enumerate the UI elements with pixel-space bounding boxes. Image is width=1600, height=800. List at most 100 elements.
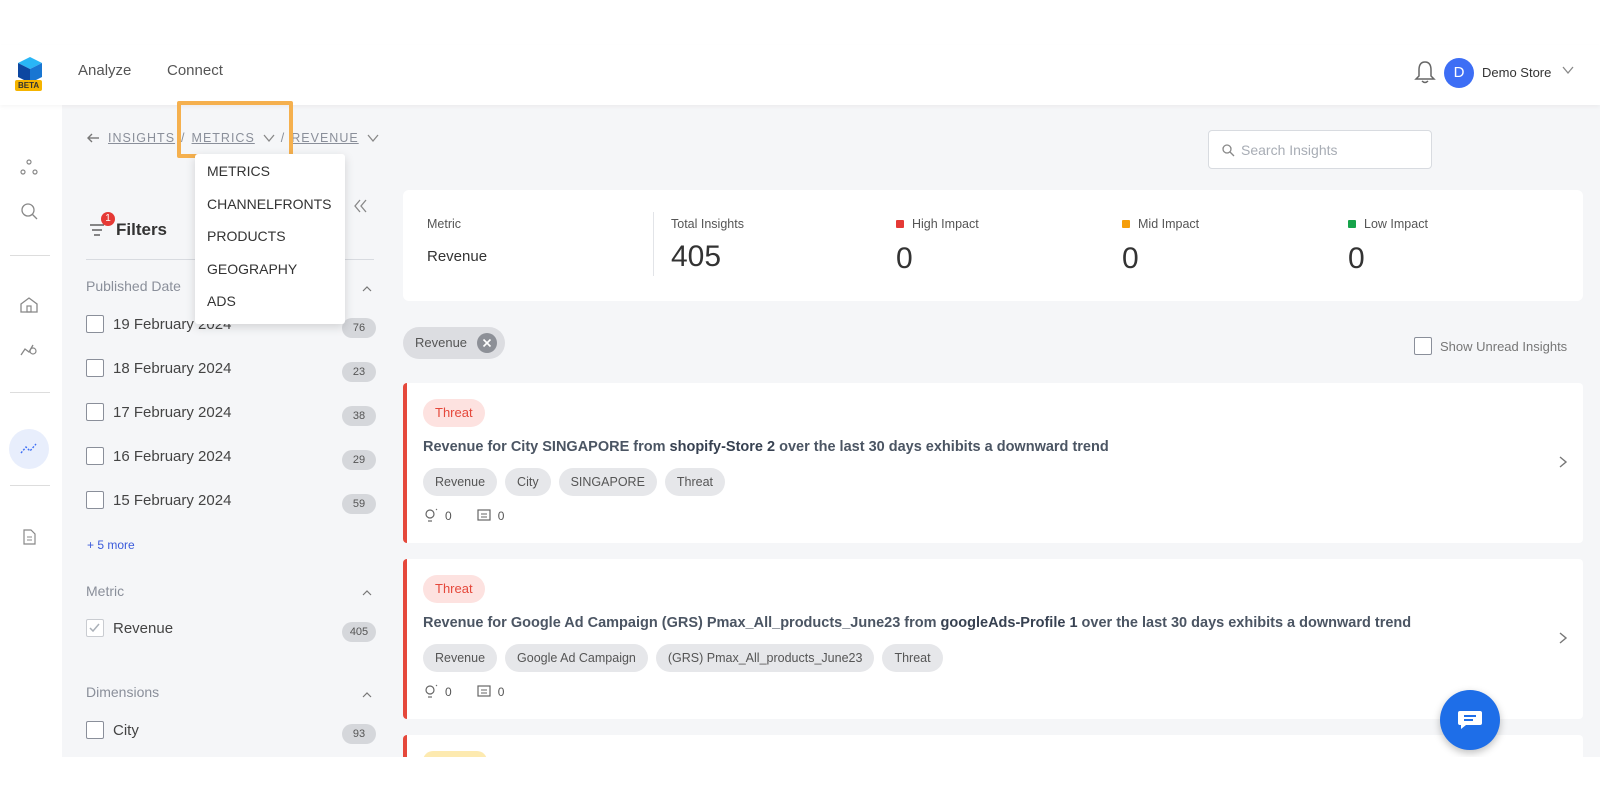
checkbox[interactable]: [86, 403, 104, 421]
tag: (GRS) Pmax_All_products_June23: [655, 644, 875, 672]
total-insights-label: Total Insights: [671, 217, 744, 231]
chevron-up-icon[interactable]: [362, 690, 372, 700]
search-insights-icon[interactable]: [19, 201, 39, 221]
date-label: 16 February 2024: [113, 448, 232, 465]
date-filter-row[interactable]: 15 February 2024 59: [86, 491, 376, 514]
checkbox-checked[interactable]: [86, 619, 104, 637]
search-placeholder: Search Insights: [1241, 142, 1338, 158]
chevron-up-icon[interactable]: [362, 284, 372, 294]
search-input[interactable]: Search Insights: [1208, 130, 1432, 169]
show-more-link[interactable]: + 5 more: [87, 538, 135, 552]
chevron-right-icon[interactable]: [1557, 631, 1569, 645]
tag-list: Revenue City SINGAPORE Threat: [423, 468, 726, 496]
insight-card[interactable]: Threat Revenue for Google Ad Campaign (G…: [403, 559, 1583, 719]
comments-count: 0: [497, 509, 505, 523]
lightbulb-icon[interactable]: [423, 508, 439, 524]
section-metric[interactable]: Metric: [86, 583, 124, 599]
tag: Revenue: [423, 468, 498, 496]
date-filter-row[interactable]: 16 February 2024 29: [86, 447, 376, 470]
checkbox[interactable]: [86, 721, 104, 739]
tag: City: [505, 468, 551, 496]
threat-tag: Threat: [423, 399, 485, 427]
summary-card: Metric Revenue Total Insights 405 High I…: [403, 190, 1583, 301]
top-nav: BETA Analyze Connect D Demo Store: [0, 45, 1600, 105]
side-rail: [0, 105, 62, 757]
highlight-annotation: [177, 101, 293, 158]
section-dimensions[interactable]: Dimensions: [86, 684, 159, 700]
comment-icon[interactable]: [476, 508, 492, 524]
collapse-icon[interactable]: [352, 198, 368, 214]
checkbox[interactable]: [1414, 337, 1432, 355]
chevron-down-icon[interactable]: [367, 133, 379, 143]
avatar[interactable]: D: [1444, 58, 1474, 88]
tag: SINGAPORE: [558, 468, 657, 496]
date-filter-row[interactable]: 17 February 2024 38: [86, 403, 376, 426]
mid-impact-label: Mid Impact: [1122, 217, 1199, 231]
insights-icon[interactable]: [19, 439, 39, 459]
low-impact-value: 0: [1348, 242, 1365, 275]
insight-title[interactable]: Revenue for Google Ad Campaign (GRS) Pma…: [423, 615, 1411, 631]
checkbox[interactable]: [86, 447, 104, 465]
chat-button[interactable]: [1440, 690, 1500, 750]
chevron-up-icon[interactable]: [362, 588, 372, 598]
checkbox[interactable]: [86, 359, 104, 377]
filter-icon[interactable]: 1: [88, 212, 115, 240]
trend-search-icon[interactable]: [19, 339, 39, 359]
count-badge: 29: [342, 450, 376, 470]
metric-filter-row[interactable]: Revenue 405: [86, 619, 376, 642]
menu-item-geography[interactable]: GEOGRAPHY: [195, 258, 345, 291]
back-arrow-icon[interactable]: [86, 132, 100, 144]
active-filter-chip: Revenue: [403, 327, 506, 359]
total-insights-value: 405: [671, 240, 722, 273]
date-label: 18 February 2024: [113, 360, 232, 377]
checkbox[interactable]: [86, 491, 104, 509]
store-icon[interactable]: [19, 295, 39, 315]
lightbulb-icon[interactable]: [423, 684, 439, 700]
close-icon[interactable]: [477, 333, 498, 353]
nav-connect[interactable]: Connect: [167, 62, 223, 79]
document-icon[interactable]: [19, 527, 39, 547]
menu-item-channelfronts[interactable]: CHANNELFRONTS: [195, 193, 345, 226]
low-impact-label: Low Impact: [1348, 217, 1428, 231]
app-root: BETA Analyze Connect D Demo Store INSIGH…: [0, 0, 1600, 800]
comment-icon[interactable]: [476, 684, 492, 700]
ideas-count: 0: [445, 685, 452, 699]
metric-label: Metric: [427, 217, 462, 231]
low-impact-dot: [1348, 220, 1356, 228]
metric-value: Revenue: [427, 248, 488, 265]
insight-card[interactable]: Threat Revenue for City SINGAPORE from s…: [403, 383, 1583, 543]
date-label: 15 February 2024: [113, 492, 232, 509]
menu-item-ads[interactable]: ADS: [195, 290, 345, 323]
rail-divider: [10, 392, 50, 393]
beta-badge: BETA: [15, 80, 43, 91]
date-filter-row[interactable]: 18 February 2024 23: [86, 359, 376, 382]
section-published-date[interactable]: Published Date: [86, 278, 181, 294]
filters-title: Filters: [116, 220, 168, 239]
chevron-down-icon[interactable]: [1562, 64, 1574, 76]
breadcrumb-revenue[interactable]: REVENUE: [291, 131, 358, 145]
nodes-icon[interactable]: [19, 157, 39, 177]
metric-label: Revenue: [113, 620, 174, 637]
mid-impact-dot: [1122, 220, 1130, 228]
insight-title[interactable]: Revenue for City SINGAPORE from shopify-…: [423, 439, 1109, 455]
menu-item-metrics[interactable]: METRICS: [195, 160, 345, 193]
tag: Threat: [882, 644, 943, 672]
chevron-right-icon[interactable]: [1557, 455, 1569, 469]
menu-item-products[interactable]: PRODUCTS: [195, 225, 345, 258]
mid-impact-value: 0: [1122, 242, 1139, 275]
nav-analyze[interactable]: Analyze: [78, 62, 131, 79]
dimension-filter-row[interactable]: City 93: [86, 721, 376, 744]
insight-meta: 0 0: [423, 508, 504, 524]
check-icon: [89, 623, 100, 633]
search-icon: [1222, 144, 1235, 157]
breadcrumb-insights[interactable]: INSIGHTS: [108, 131, 175, 145]
insight-meta: 0 0: [423, 684, 504, 700]
user-name[interactable]: Demo Store: [1482, 65, 1551, 80]
date-label: 17 February 2024: [113, 404, 232, 421]
checkbox[interactable]: [86, 315, 104, 333]
tag: Threat: [664, 468, 726, 496]
count-badge: 405: [342, 622, 376, 642]
dimension-label: City: [113, 722, 139, 739]
bell-icon[interactable]: [1414, 59, 1436, 85]
metrics-dropdown-menu: METRICS CHANNELFRONTS PRODUCTS GEOGRAPHY…: [195, 154, 345, 324]
